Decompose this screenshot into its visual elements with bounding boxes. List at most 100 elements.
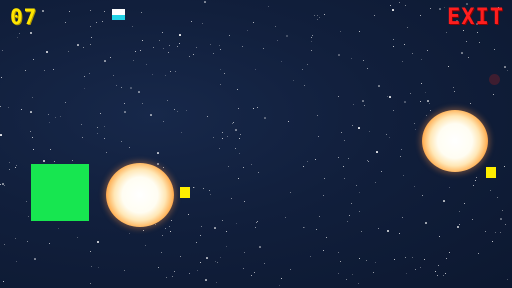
star xyxy=(421,59,422,60)
star xyxy=(318,136,319,137)
star xyxy=(378,228,379,229)
star xyxy=(233,122,234,123)
star xyxy=(362,100,364,102)
star xyxy=(344,140,345,141)
star xyxy=(196,47,197,48)
star xyxy=(196,242,197,243)
star xyxy=(104,138,105,139)
star xyxy=(89,73,90,74)
star xyxy=(500,218,502,220)
star xyxy=(404,44,405,45)
star xyxy=(163,121,164,122)
star xyxy=(181,132,182,133)
star xyxy=(445,273,446,274)
star xyxy=(351,203,352,204)
star xyxy=(304,227,305,228)
star xyxy=(319,17,320,18)
star xyxy=(152,74,153,75)
star xyxy=(55,117,56,118)
star xyxy=(285,217,286,218)
star xyxy=(286,35,288,37)
star xyxy=(0,184,1,185)
star xyxy=(141,12,142,13)
star xyxy=(439,236,440,237)
star xyxy=(255,227,256,228)
star xyxy=(231,198,232,199)
star xyxy=(476,177,477,178)
star xyxy=(222,220,223,221)
star xyxy=(110,57,111,58)
star xyxy=(389,137,390,138)
star xyxy=(1,77,2,78)
star xyxy=(500,232,501,233)
star xyxy=(65,22,66,23)
star xyxy=(323,195,324,196)
star xyxy=(189,56,190,57)
star xyxy=(461,52,463,54)
star xyxy=(104,60,106,62)
star xyxy=(97,127,98,128)
star xyxy=(213,137,214,138)
star xyxy=(415,269,416,270)
star xyxy=(129,147,130,148)
star xyxy=(205,279,207,281)
star xyxy=(188,214,189,215)
star xyxy=(253,108,254,109)
star xyxy=(444,7,445,8)
star xyxy=(275,26,276,27)
star xyxy=(98,267,99,268)
star xyxy=(378,85,380,87)
star xyxy=(179,34,181,36)
star xyxy=(244,252,245,253)
star xyxy=(97,133,98,134)
star xyxy=(454,91,455,92)
star xyxy=(359,192,360,193)
star xyxy=(281,278,282,279)
star xyxy=(364,105,365,106)
star xyxy=(220,49,221,50)
star xyxy=(244,201,245,202)
game-canvas[interactable]: 07 EXIT xyxy=(0,0,512,288)
star xyxy=(168,52,169,53)
star xyxy=(90,283,91,284)
star xyxy=(317,19,318,20)
star xyxy=(394,259,395,260)
star xyxy=(236,223,237,224)
star xyxy=(210,44,211,45)
star xyxy=(472,219,473,220)
exit-button[interactable]: EXIT xyxy=(447,5,504,31)
star xyxy=(65,102,66,103)
star xyxy=(414,186,415,187)
star xyxy=(15,167,16,168)
star xyxy=(204,1,206,3)
star xyxy=(91,266,92,267)
star xyxy=(135,51,136,52)
star xyxy=(33,59,34,60)
star xyxy=(340,261,341,262)
star xyxy=(239,138,240,139)
star xyxy=(459,224,460,225)
star xyxy=(389,96,391,98)
star xyxy=(69,11,70,12)
star xyxy=(352,125,353,126)
star xyxy=(492,241,493,242)
star xyxy=(77,237,78,238)
star xyxy=(153,47,154,48)
star xyxy=(251,164,252,165)
star xyxy=(255,69,256,70)
star xyxy=(96,22,97,23)
star xyxy=(158,267,159,268)
pickup-icon xyxy=(486,167,496,178)
star xyxy=(8,107,9,108)
star xyxy=(220,69,221,70)
star xyxy=(106,152,107,153)
star xyxy=(82,137,83,138)
star xyxy=(142,103,143,104)
star xyxy=(504,166,505,167)
star xyxy=(2,183,4,185)
star xyxy=(155,224,156,225)
star xyxy=(420,267,421,268)
star xyxy=(113,75,114,76)
star xyxy=(197,270,198,271)
star xyxy=(58,228,59,229)
